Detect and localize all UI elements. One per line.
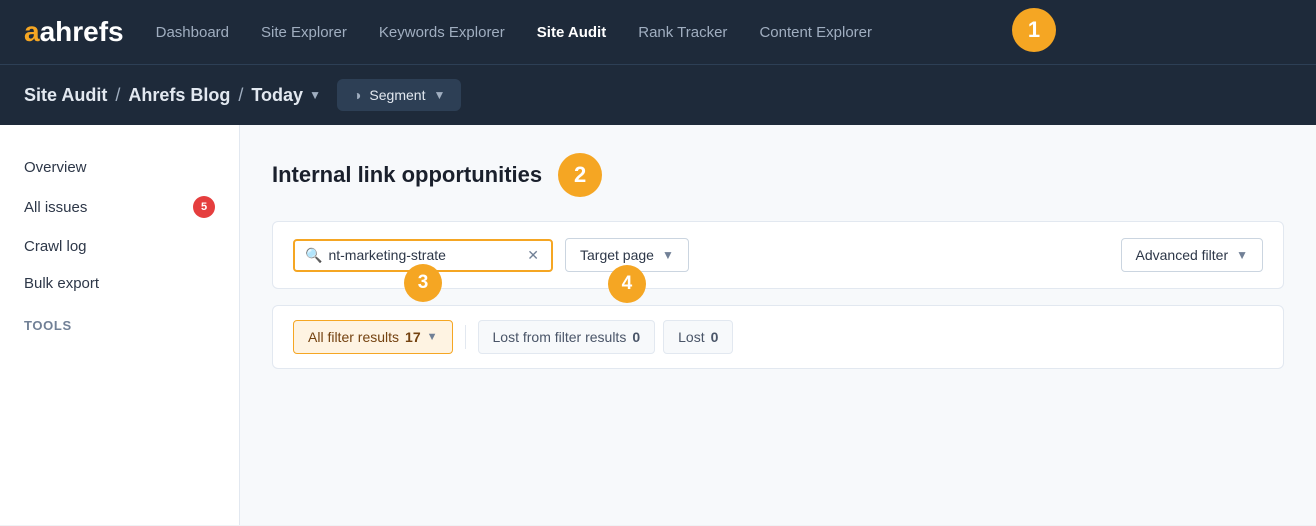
filter-row: 🔍 nt-marketing-strate ✕ 3 Target page ▼ … xyxy=(272,221,1284,289)
sidebar-item-crawl-log[interactable]: Crawl log xyxy=(0,228,239,265)
tab2-count: 0 xyxy=(632,329,640,345)
search-clear-button[interactable]: ✕ xyxy=(525,247,541,264)
breadcrumb: Site Audit / Ahrefs Blog / Today ▼ xyxy=(24,85,321,106)
search-icon: 🔍 xyxy=(305,247,322,264)
breadcrumb-site-audit[interactable]: Site Audit xyxy=(24,85,107,106)
top-navigation: aahrefs Dashboard Site Explorer Keywords… xyxy=(0,0,1316,64)
sidebar: Overview All issues 5 Crawl log Bulk exp… xyxy=(0,125,240,525)
breadcrumb-today[interactable]: Today ▼ xyxy=(251,85,321,106)
sidebar-item-overview[interactable]: Overview xyxy=(0,149,239,186)
nav-site-explorer[interactable]: Site Explorer xyxy=(261,24,347,41)
all-issues-badge: 5 xyxy=(193,196,215,218)
logo[interactable]: aahrefs xyxy=(24,16,124,48)
step-badge-4: 4 xyxy=(608,265,646,303)
target-page-button[interactable]: Target page ▼ 4 xyxy=(565,238,689,272)
results-tabs-row: All filter results 17 ▼ Lost from filter… xyxy=(272,305,1284,369)
chevron-down-icon: ▼ xyxy=(309,88,321,102)
step-badge-3: 3 xyxy=(404,264,442,302)
segment-icon: ◑ xyxy=(353,87,361,103)
segment-arrow-icon: ▼ xyxy=(433,88,445,102)
sidebar-tools-heading: Tools xyxy=(0,302,239,341)
advanced-filter-button[interactable]: Advanced filter ▼ xyxy=(1121,238,1264,272)
target-page-arrow-icon: ▼ xyxy=(662,248,674,262)
nav-links: Dashboard Site Explorer Keywords Explore… xyxy=(156,24,1292,41)
nav-dashboard[interactable]: Dashboard xyxy=(156,24,229,41)
nav-step-badge-1: 1 xyxy=(1012,8,1056,52)
advanced-filter-arrow-icon: ▼ xyxy=(1236,248,1248,262)
tab-lost[interactable]: Lost 0 xyxy=(663,320,733,354)
page-content: Internal link opportunities 2 🔍 nt-marke… xyxy=(240,125,1316,525)
sidebar-item-bulk-export[interactable]: Bulk export xyxy=(0,265,239,302)
sidebar-item-all-issues[interactable]: All issues 5 xyxy=(0,186,239,228)
nav-keywords-explorer[interactable]: Keywords Explorer xyxy=(379,24,505,41)
step-badge-2: 2 xyxy=(558,153,602,197)
tab1-count: 17 xyxy=(405,329,421,345)
nav-site-audit[interactable]: Site Audit xyxy=(537,24,606,41)
tab-lost-from-filter[interactable]: Lost from filter results 0 xyxy=(478,320,656,354)
breadcrumb-sep-1: / xyxy=(115,85,120,106)
logo-text: aahrefs xyxy=(24,16,124,48)
segment-button[interactable]: ◑ Segment ▼ xyxy=(337,79,461,111)
nav-content-explorer[interactable]: Content Explorer xyxy=(759,24,872,41)
tab3-count: 0 xyxy=(711,329,719,345)
main-content: Overview All issues 5 Crawl log Bulk exp… xyxy=(0,125,1316,525)
breadcrumb-bar: Site Audit / Ahrefs Blog / Today ▼ ◑ Seg… xyxy=(0,64,1316,125)
search-box[interactable]: 🔍 nt-marketing-strate ✕ 3 xyxy=(293,239,553,272)
nav-rank-tracker[interactable]: Rank Tracker xyxy=(638,24,727,41)
tab-divider xyxy=(465,325,466,349)
tab-all-filter-results[interactable]: All filter results 17 ▼ xyxy=(293,320,453,354)
page-header: Internal link opportunities 2 xyxy=(272,153,1284,197)
breadcrumb-ahrefs-blog[interactable]: Ahrefs Blog xyxy=(128,85,230,106)
breadcrumb-sep-2: / xyxy=(238,85,243,106)
search-input-value: nt-marketing-strate xyxy=(328,247,519,263)
page-title: Internal link opportunities xyxy=(272,162,542,188)
tab1-arrow-icon: ▼ xyxy=(427,331,438,343)
